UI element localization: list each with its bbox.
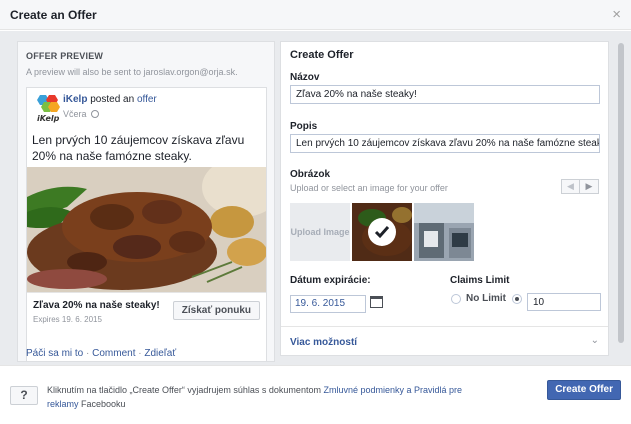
description-input[interactable]: Len prvých 10 záujemcov získava zľavu 20… [290, 134, 600, 153]
post-actions: Páči sa mi to · Comment · Zdieľať [26, 348, 177, 359]
name-input[interactable]: Zľava 20% na naše steaky! [290, 85, 600, 104]
claim-offer-button[interactable]: Získať ponuku [172, 301, 260, 320]
image-pager: ◀ ▶ [561, 179, 599, 194]
more-options-link[interactable]: Viac možností [290, 337, 357, 348]
steak-photo [27, 167, 266, 292]
dialog-title: Create an Offer [10, 8, 97, 22]
name-label: Názov [290, 72, 320, 83]
logo-text: iKelp [37, 114, 60, 123]
no-limit-radio[interactable] [451, 294, 461, 304]
dialog-footer: ? Kliknutím na tlačidlo „Create Offer“ v… [0, 365, 631, 424]
globe-icon [91, 110, 100, 118]
claims-limit-input[interactable]: 10 [527, 293, 601, 311]
create-offer-button[interactable]: Create Offer [547, 380, 621, 400]
more-options-row[interactable]: Viac možností ⌄ [281, 326, 608, 356]
upload-image-button[interactable]: Upload Image [290, 203, 350, 261]
image-thumb-selected[interactable] [352, 203, 412, 261]
post-time: Včera [63, 109, 100, 119]
comment-link[interactable]: Comment [92, 348, 135, 359]
chevron-right-icon[interactable]: ▶ [580, 180, 598, 193]
help-button[interactable]: ? [10, 386, 38, 405]
image-thumb-2[interactable] [414, 203, 474, 261]
offer-preview-panel: OFFER PREVIEW A preview will also be sen… [17, 41, 275, 362]
close-icon[interactable]: × [612, 6, 621, 23]
calendar-icon[interactable] [370, 296, 383, 308]
preview-subtext: A preview will also be sent to jaroslav.… [26, 67, 238, 77]
dialog-titlebar: Create an Offer × [0, 0, 631, 30]
share-link[interactable]: Zdieľať [144, 348, 176, 359]
preview-heading: OFFER PREVIEW [26, 51, 104, 61]
create-offer-form: Create Offer Názov Zľava 20% na naše ste… [280, 41, 609, 356]
legal-text: Kliknutím na tlačidlo „Create Offer“ vyj… [47, 385, 463, 409]
offer-expiry: Expires 19. 6. 2015 [33, 315, 102, 324]
offer-summary: Zľava 20% na naše steaky! Expires 19. 6.… [27, 292, 266, 328]
expiration-date-input[interactable]: 19. 6. 2015 [290, 295, 366, 313]
claims-limit-label: Claims Limit [450, 275, 510, 286]
scrollbar-thumb[interactable] [618, 43, 624, 343]
ikelp-logo-icon: iKelp [34, 93, 62, 123]
check-icon [368, 218, 396, 246]
chevron-down-icon[interactable]: ⌄ [591, 335, 599, 346]
chevron-left-icon[interactable]: ◀ [562, 180, 580, 193]
image-label: Obrázok [290, 169, 331, 180]
scrollbar[interactable] [617, 43, 625, 351]
post-header: iKelp posted an offer [63, 94, 157, 105]
like-link[interactable]: Páči sa mi to [26, 348, 83, 359]
claims-limit-radio[interactable] [512, 294, 522, 304]
page-name-link[interactable]: iKelp [63, 94, 87, 105]
image-hint: Upload or select an image for your offer [290, 183, 448, 193]
offer-title: Zľava 20% na naše steaky! [33, 300, 160, 311]
post-time-text: Včera [63, 109, 87, 119]
posted-text: posted an [87, 94, 137, 105]
preview-card: iKelp iKelp posted an offer Včera Len pr… [26, 87, 267, 361]
no-limit-label: No Limit [466, 293, 506, 304]
offer-link[interactable]: offer [137, 94, 157, 105]
post-message: Len prvých 10 záujemcov získava zľavu 20… [32, 133, 245, 163]
expiration-label: Dátum expirácie: [290, 275, 371, 286]
form-title: Create Offer [290, 49, 354, 61]
description-label: Popis [290, 121, 318, 132]
